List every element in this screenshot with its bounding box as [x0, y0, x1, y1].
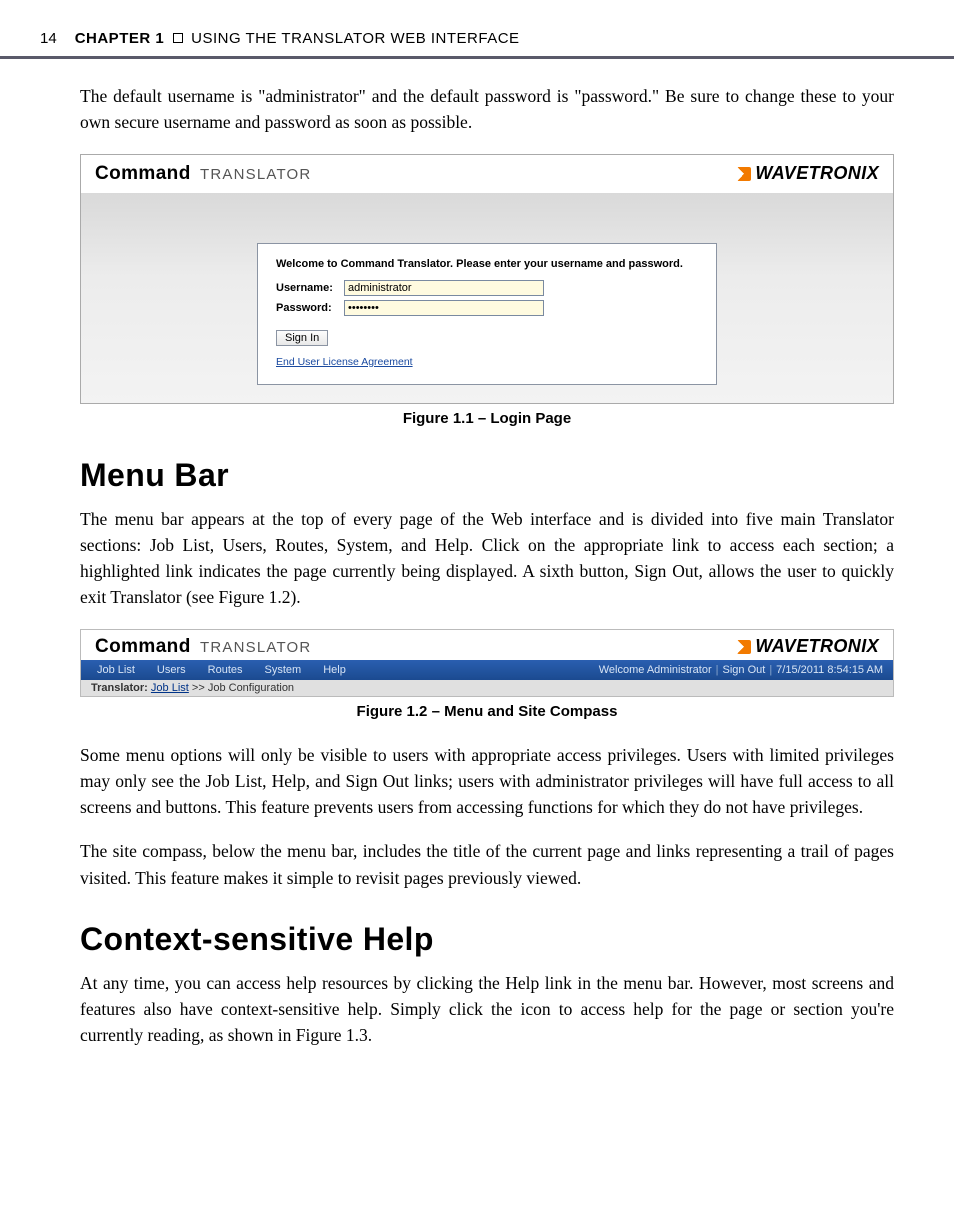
- breadcrumb-app-label: Translator:: [91, 682, 148, 694]
- login-welcome-text: Welcome to Command Translator. Please en…: [276, 258, 698, 270]
- figure-header-bar: Command TRANSLATOR WAVETRONIX: [81, 155, 893, 193]
- vendor-logo: WAVETRONIX: [737, 163, 879, 184]
- brand-translator: TRANSLATOR: [200, 639, 311, 656]
- help-heading: Context-sensitive Help: [80, 921, 894, 958]
- vendor-name: WAVETRONIX: [755, 163, 879, 184]
- brand-translator: TRANSLATOR: [200, 166, 311, 183]
- breadcrumb-current: Job Configuration: [208, 682, 294, 694]
- password-input[interactable]: [344, 300, 544, 316]
- brand-command: Command: [95, 163, 191, 184]
- menu-item-users[interactable]: Users: [151, 663, 192, 677]
- brand-logo: Command TRANSLATOR: [95, 636, 311, 658]
- site-compass: Translator: Job List >> Job Configuratio…: [81, 680, 893, 696]
- menu-item-routes[interactable]: Routes: [202, 663, 249, 677]
- menu-bar: Job List Users Routes System Help Welcom…: [81, 660, 893, 680]
- brand-command: Command: [95, 636, 191, 657]
- username-label: Username:: [276, 282, 338, 294]
- status-area: Welcome Administrator | Sign Out | 7/15/…: [599, 664, 883, 676]
- login-body: Welcome to Command Translator. Please en…: [81, 193, 893, 403]
- brand-logo: Command TRANSLATOR: [95, 163, 311, 185]
- pipe-separator: |: [716, 664, 719, 676]
- figure-login-page: Command TRANSLATOR WAVETRONIX Welcome to…: [80, 154, 894, 404]
- chapter-title: USING THE TRANSLATOR WEB INTERFACE: [191, 30, 519, 47]
- help-paragraph: At any time, you can access help resourc…: [80, 970, 894, 1049]
- site-compass-paragraph: The site compass, below the menu bar, in…: [80, 838, 894, 891]
- password-label: Password:: [276, 302, 338, 314]
- chapter-label: CHAPTER 1: [75, 30, 165, 47]
- login-form: Welcome to Command Translator. Please en…: [257, 243, 717, 385]
- vendor-name: WAVETRONIX: [755, 636, 879, 657]
- menu-bar-heading: Menu Bar: [80, 457, 894, 494]
- menu-items: Job List Users Routes System Help: [91, 663, 352, 677]
- menu-item-joblist[interactable]: Job List: [91, 663, 141, 677]
- pipe-separator: |: [769, 664, 772, 676]
- username-input[interactable]: [344, 280, 544, 296]
- timestamp: 7/15/2011 8:54:15 AM: [776, 664, 883, 676]
- page-number: 14: [40, 30, 57, 47]
- wavetronix-icon: [737, 640, 751, 654]
- menu-bar-paragraph: The menu bar appears at the top of every…: [80, 506, 894, 611]
- breadcrumb-separator: >>: [192, 682, 205, 694]
- vendor-logo: WAVETRONIX: [737, 636, 879, 657]
- signin-button[interactable]: Sign In: [276, 330, 328, 346]
- menu-item-help[interactable]: Help: [317, 663, 352, 677]
- running-header: 14 CHAPTER 1 USING THE TRANSLATOR WEB IN…: [0, 30, 954, 59]
- intro-paragraph: The default username is "administrator" …: [80, 83, 894, 136]
- figure11-caption: Figure 1.1 – Login Page: [80, 410, 894, 427]
- figure12-header: Command TRANSLATOR WAVETRONIX: [81, 630, 893, 660]
- menu-access-paragraph: Some menu options will only be visible t…: [80, 742, 894, 821]
- figure12-caption: Figure 1.2 – Menu and Site Compass: [80, 703, 894, 720]
- welcome-user: Welcome Administrator: [599, 664, 712, 676]
- menu-item-system[interactable]: System: [259, 663, 308, 677]
- signout-link[interactable]: Sign Out: [723, 664, 766, 676]
- wavetronix-icon: [737, 167, 751, 181]
- figure-menu-compass: Command TRANSLATOR WAVETRONIX Job List U…: [80, 629, 894, 697]
- separator-box-icon: [173, 33, 183, 43]
- breadcrumb-joblist-link[interactable]: Job List: [151, 682, 189, 694]
- eula-link[interactable]: End User License Agreement: [276, 356, 413, 368]
